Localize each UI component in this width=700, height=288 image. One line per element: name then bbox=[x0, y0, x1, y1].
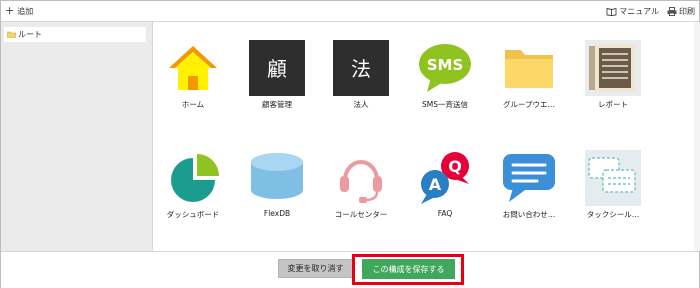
toolbar-right: マニュアル 印刷 bbox=[606, 5, 695, 17]
app-label: FlexDB bbox=[263, 209, 291, 218]
customer-kanji-icon: 顧 bbox=[249, 40, 305, 96]
app-label: ダッシュボード bbox=[166, 210, 220, 219]
app-glyph-q: Q bbox=[448, 157, 462, 176]
print-label: 印刷 bbox=[679, 6, 695, 16]
folder-icon bbox=[501, 40, 557, 96]
print-link[interactable]: 印刷 bbox=[667, 6, 695, 17]
app-label: グループウエ… bbox=[502, 100, 556, 109]
app-item-faq[interactable]: Q A FAQ bbox=[405, 150, 485, 230]
app-item-customer[interactable]: 顧 顧客管理 bbox=[237, 40, 317, 120]
manual-link[interactable]: マニュアル bbox=[606, 6, 659, 17]
folder-small-icon bbox=[7, 31, 16, 38]
footer-bar: 変更を取り消す この構成を保存する bbox=[1, 251, 699, 288]
manual-label: マニュアル bbox=[619, 6, 659, 16]
app-label: 顧客管理 bbox=[262, 100, 292, 109]
app-label: タックシール… bbox=[586, 210, 640, 219]
scrollbar[interactable] bbox=[694, 22, 700, 251]
add-button[interactable]: + 追加 bbox=[5, 5, 33, 17]
app-item-flexdb[interactable]: FlexDB bbox=[237, 150, 317, 230]
house-icon bbox=[165, 40, 221, 96]
labels-icon bbox=[585, 150, 641, 206]
app-item-sms[interactable]: SMS SMS一斉送信 bbox=[405, 40, 485, 120]
toolbar: + 追加 マニュアル 印刷 bbox=[1, 1, 699, 22]
corporate-kanji-icon: 法 bbox=[333, 40, 389, 96]
app-glyph: 顧 bbox=[267, 57, 287, 81]
app-glyph: SMS bbox=[427, 56, 464, 74]
app-label: 法人 bbox=[353, 100, 369, 109]
app-label: FAQ bbox=[437, 209, 453, 218]
app-item-dashboard[interactable]: ダッシュボード bbox=[153, 150, 233, 230]
printer-icon bbox=[667, 6, 677, 16]
add-label: 追加 bbox=[17, 6, 34, 16]
discard-changes-button[interactable]: 変更を取り消す bbox=[278, 259, 353, 278]
app-item-corporate[interactable]: 法 法人 bbox=[321, 40, 401, 120]
app-label: お問い合わせ… bbox=[502, 210, 556, 219]
report-icon bbox=[585, 40, 641, 96]
headset-icon bbox=[333, 150, 389, 206]
app-item-inquiry[interactable]: お問い合わせ… bbox=[489, 150, 569, 230]
database-icon bbox=[249, 150, 305, 206]
app-item-groupware[interactable]: グループウエ… bbox=[489, 40, 569, 120]
app-grid: ホーム 顧 顧客管理 法 法人 SMS SMS一斉送信 グループウエ… レポート… bbox=[152, 22, 700, 251]
book-icon bbox=[606, 7, 617, 16]
app-label: レポート bbox=[598, 100, 628, 109]
app-item-callcenter[interactable]: コールセンター bbox=[321, 150, 401, 230]
app-label: ホーム bbox=[181, 100, 205, 109]
faq-bubble-icon: Q A bbox=[417, 150, 473, 206]
plus-icon: + bbox=[5, 4, 15, 17]
app-item-report[interactable]: レポート bbox=[573, 40, 653, 120]
tree-item-root[interactable]: ルート bbox=[4, 27, 146, 42]
chat-bubble-icon bbox=[501, 150, 557, 206]
app-window: + 追加 マニュアル 印刷 ルート ホーム 顧 顧客管理 法 法人 SMS SM… bbox=[0, 0, 700, 288]
app-item-home[interactable]: ホーム bbox=[153, 40, 233, 120]
app-glyph-a: A bbox=[429, 175, 442, 194]
app-item-labels[interactable]: タックシール… bbox=[573, 150, 653, 230]
app-label: SMS一斉送信 bbox=[422, 100, 468, 109]
sms-bubble-icon: SMS bbox=[417, 40, 473, 96]
sidebar: ルート bbox=[1, 22, 152, 251]
app-glyph: 法 bbox=[351, 57, 371, 81]
tree-root-label: ルート bbox=[18, 30, 42, 39]
save-configuration-button[interactable]: この構成を保存する bbox=[362, 259, 455, 279]
pie-chart-icon bbox=[165, 150, 221, 206]
app-label: コールセンター bbox=[334, 210, 388, 219]
